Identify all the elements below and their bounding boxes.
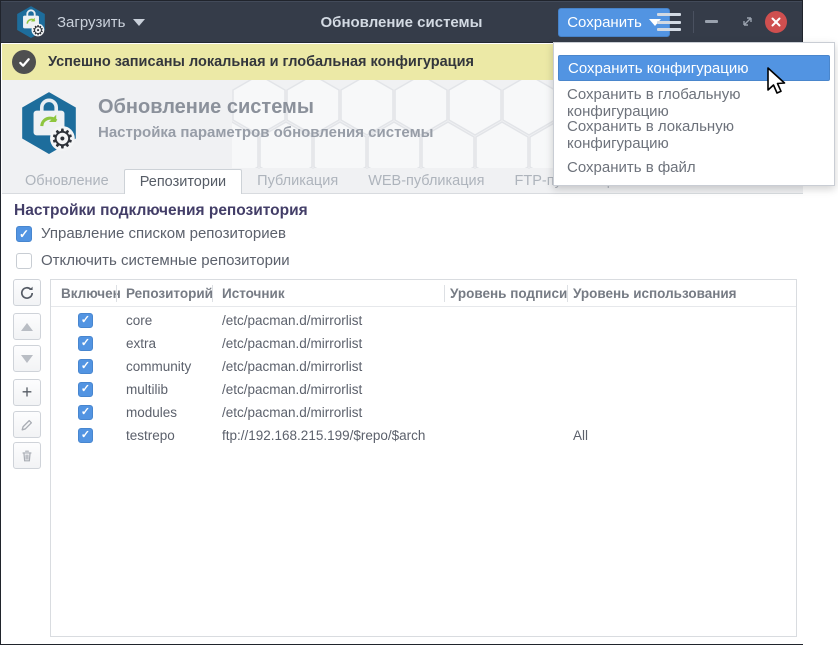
edit-icon	[20, 418, 34, 432]
minimize-button[interactable]	[705, 20, 718, 23]
menu-item-save-global-configuration[interactable]: Сохранить в глобальную конфигурацию	[558, 87, 830, 119]
repo-source: ftp://192.168.215.199/$repo/$arch	[222, 424, 425, 447]
delete-repo-button[interactable]	[13, 442, 41, 469]
column-divider	[116, 285, 117, 302]
repo-source: /etc/pacman.d/mirrorlist	[222, 401, 362, 424]
repo-name: community	[126, 355, 191, 378]
option-manage-repo-list[interactable]: Управление списком репозиториев	[16, 225, 286, 242]
column-enabled[interactable]: Включен	[61, 280, 121, 307]
table-row[interactable]: extra /etc/pacman.d/mirrorlist	[51, 332, 796, 355]
menu-item-save-local-configuration[interactable]: Сохранить в локальную конфигурацию	[558, 119, 830, 151]
close-button[interactable]	[765, 11, 787, 33]
column-divider	[212, 285, 213, 302]
column-usage-level[interactable]: Уровень использования	[573, 280, 737, 307]
save-button-label: Сохранить	[567, 14, 642, 31]
row-enabled-checkbox[interactable]	[78, 359, 93, 374]
repo-name: extra	[126, 332, 156, 355]
menu-icon[interactable]	[657, 13, 681, 31]
tab-publication[interactable]: Публикация	[242, 169, 353, 193]
table-row[interactable]: multilib /etc/pacman.d/mirrorlist	[51, 378, 796, 401]
column-divider	[444, 285, 445, 302]
app-icon: ⚙	[13, 5, 49, 39]
refresh-button[interactable]	[13, 279, 41, 306]
repositories-table: Включен Репозиторий Источник Уровень под…	[50, 279, 797, 637]
option-label: Отключить системные репозитории	[41, 252, 290, 269]
tab-content: Настройки подключения репозитория Управл…	[2, 194, 803, 644]
tab-web-publication[interactable]: WEB-публикация	[353, 169, 499, 193]
repo-source: /etc/pacman.d/mirrorlist	[222, 309, 362, 332]
repo-source: /etc/pacman.d/mirrorlist	[222, 355, 362, 378]
svg-text:⚙: ⚙	[32, 23, 44, 39]
menu-item-save-to-file[interactable]: Сохранить в файл	[558, 151, 830, 183]
repo-name: multilib	[126, 378, 168, 401]
move-up-icon	[21, 323, 33, 331]
delete-icon	[20, 449, 34, 463]
repo-name: testrepo	[126, 424, 175, 447]
svg-text:⚙: ⚙	[50, 124, 74, 155]
titlebar-separator	[693, 11, 694, 33]
menu-item-save-configuration[interactable]: Сохранить конфигурацию	[558, 55, 830, 81]
disable-system-repos-checkbox[interactable]	[16, 253, 32, 269]
row-enabled-checkbox[interactable]	[78, 428, 93, 443]
manage-repo-list-checkbox[interactable]	[16, 226, 32, 242]
move-down-icon	[21, 355, 33, 363]
table-row[interactable]: core /etc/pacman.d/mirrorlist	[51, 309, 796, 332]
option-disable-system-repos[interactable]: Отключить системные репозитории	[16, 252, 290, 269]
repo-name: core	[126, 309, 152, 332]
save-dropdown-menu: Сохранить конфигурацию Сохранить в глоба…	[553, 42, 835, 186]
row-enabled-checkbox[interactable]	[78, 405, 93, 420]
column-repository[interactable]: Репозиторий	[126, 280, 213, 307]
maximize-button[interactable]	[741, 15, 754, 28]
success-check-icon	[12, 50, 36, 74]
repo-source: /etc/pacman.d/mirrorlist	[222, 378, 362, 401]
edit-repo-button[interactable]	[13, 411, 41, 438]
repo-name: modules	[126, 401, 177, 424]
table-row[interactable]: community /etc/pacman.d/mirrorlist	[51, 355, 796, 378]
add-repo-button[interactable]: +	[13, 379, 41, 406]
row-enabled-checkbox[interactable]	[78, 382, 93, 397]
section-heading: Настройки подключения репозитория	[14, 202, 308, 220]
column-source[interactable]: Источник	[222, 280, 285, 307]
repo-usage-level: All	[573, 424, 588, 447]
load-dropdown-label: Загрузить	[57, 14, 126, 31]
table-row[interactable]: modules /etc/pacman.d/mirrorlist	[51, 401, 796, 424]
refresh-icon	[19, 285, 35, 301]
table-header: Включен Репозиторий Источник Уровень под…	[51, 280, 796, 307]
column-sign-level[interactable]: Уровень подписи	[450, 280, 567, 307]
column-divider	[567, 285, 568, 302]
repo-source: /etc/pacman.d/mirrorlist	[222, 332, 362, 355]
system-update-app-icon: ⚙	[15, 90, 83, 156]
row-enabled-checkbox[interactable]	[78, 336, 93, 351]
load-dropdown-button[interactable]: Загрузить	[57, 1, 145, 43]
row-enabled-checkbox[interactable]	[78, 313, 93, 328]
header-title: Обновление системы	[98, 96, 314, 119]
tab-update[interactable]: Обновление	[10, 169, 124, 193]
titlebar: ⚙ Загрузить Обновление системы Сохранить	[1, 1, 802, 43]
add-icon: +	[22, 383, 33, 401]
save-dropdown-button[interactable]: Сохранить	[558, 8, 670, 37]
close-icon	[771, 17, 781, 27]
move-down-button[interactable]	[13, 345, 41, 372]
header-subtitle: Настройка параметров обновления системы	[98, 124, 434, 141]
move-up-button[interactable]	[13, 313, 41, 340]
table-row[interactable]: testrepo ftp://192.168.215.199/$repo/$ar…	[51, 424, 796, 447]
option-label: Управление списком репозиториев	[41, 225, 286, 242]
notification-text: Успешно записаны локальная и глобальная …	[48, 54, 474, 70]
chevron-down-icon	[133, 19, 145, 26]
tab-repositories[interactable]: Репозитории	[124, 169, 242, 194]
